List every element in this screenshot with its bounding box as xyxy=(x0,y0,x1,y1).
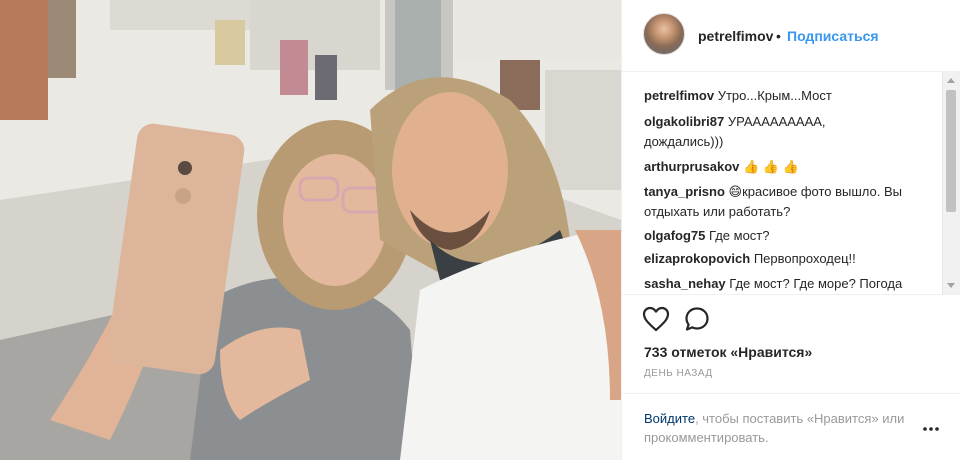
post-header: petrelfimov • Подписаться xyxy=(622,0,960,72)
comments-scrollbar[interactable] xyxy=(942,72,960,294)
post-photo[interactable] xyxy=(0,0,621,460)
comment-item: arthurprusakov 👍 👍 👍 xyxy=(644,156,942,177)
login-text: Войдите, чтобы поставить «Нравится» или … xyxy=(644,409,914,447)
comment-username[interactable]: olgafog75 xyxy=(644,228,705,243)
avatar[interactable] xyxy=(643,13,685,55)
heart-icon[interactable] xyxy=(642,306,670,332)
comment-text: Первопроходец!! xyxy=(753,251,856,266)
username-link[interactable]: petrelfimov xyxy=(698,28,773,44)
post-timestamp[interactable]: день назад xyxy=(644,368,713,379)
scroll-up-arrow-icon[interactable] xyxy=(947,78,955,83)
comment-item-continued: отдыхать или работать? xyxy=(644,201,942,222)
post-panel: petrelfimov • Подписаться petrelfimov Ут… xyxy=(621,0,960,460)
comment-username[interactable]: petrelfimov xyxy=(644,88,714,103)
speech-bubble-icon[interactable] xyxy=(684,306,710,332)
comment-username[interactable]: arthurprusakov xyxy=(644,159,739,174)
login-link[interactable]: Войдите xyxy=(644,411,695,426)
scroll-down-arrow-icon[interactable] xyxy=(947,283,955,288)
login-prompt: Войдите, чтобы поставить «Нравится» или … xyxy=(622,393,960,460)
likes-count[interactable]: 733 отметок «Нравится» xyxy=(644,344,812,360)
comment-text: Где мост? Где море? Погода xyxy=(729,276,903,291)
more-icon[interactable] xyxy=(923,426,939,432)
comment-text: 😄красивое фото вышло. Вы xyxy=(728,184,903,199)
comment-text: отдыхать или работать? xyxy=(644,204,791,219)
comment-username[interactable]: tanya_prisno xyxy=(644,184,725,199)
comment-text: дождались))) xyxy=(644,134,724,149)
comment-text: Утро...Крым...Мост xyxy=(717,88,832,103)
comment-text: УРААААААААА, xyxy=(727,114,826,129)
follow-button[interactable]: Подписаться xyxy=(787,28,879,44)
comment-username[interactable]: olgakolibri87 xyxy=(644,114,724,129)
comment-item: sasha_nehay Где мост? Где море? Погода xyxy=(644,273,942,294)
scrollbar-thumb[interactable] xyxy=(946,90,956,212)
comment-item: petrelfimov Утро...Крым...Мост xyxy=(644,85,942,106)
selfie-image xyxy=(0,0,621,460)
comment-item-continued: дождались))) xyxy=(644,131,942,152)
separator-dot: • xyxy=(776,28,781,44)
comment-username[interactable]: elizaprokopovich xyxy=(644,251,750,266)
comment-item: olgakolibri87 УРААААААААА, xyxy=(644,111,942,132)
actions-divider xyxy=(622,294,960,295)
comment-text: 👍 👍 👍 xyxy=(743,159,799,174)
comment-item: tanya_prisno 😄красивое фото вышло. Вы xyxy=(644,181,942,202)
comment-item: olgafog75 Где мост? xyxy=(644,225,942,246)
comment-text: Где мост? xyxy=(709,228,770,243)
comments-list: petrelfimov Утро...Крым...Мост olgakolib… xyxy=(622,72,942,294)
comment-item: elizaprokopovich Первопроходец!! xyxy=(644,248,942,269)
comment-username[interactable]: sasha_nehay xyxy=(644,276,726,291)
